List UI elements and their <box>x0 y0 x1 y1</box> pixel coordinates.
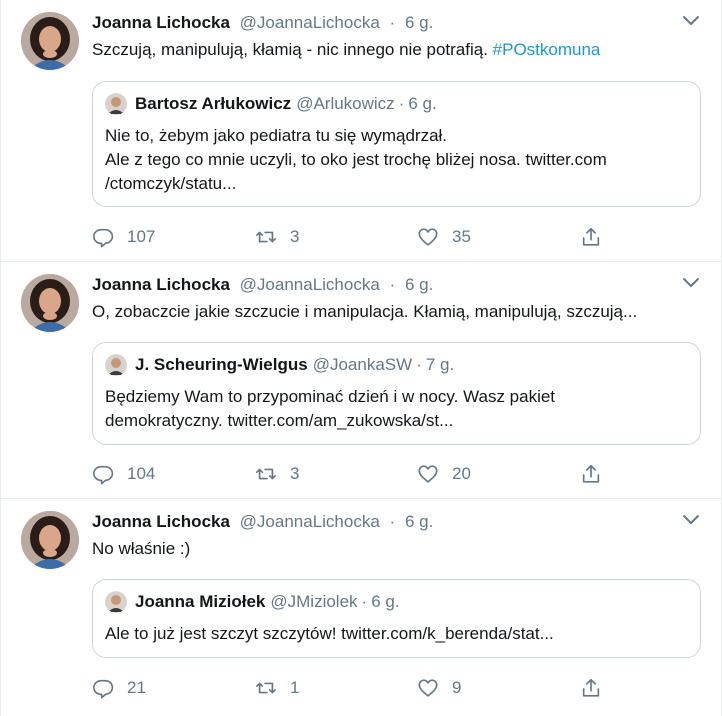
tweet[interactable]: Joanna Lichocka @JoannaLichocka · 6 g. N… <box>1 499 721 716</box>
reply-button[interactable]: 104 <box>92 461 155 487</box>
separator-dot: · <box>389 275 396 294</box>
author-name[interactable]: Joanna Lichocka <box>92 275 230 294</box>
share-button[interactable] <box>580 461 615 487</box>
retweet-count: 1 <box>290 678 300 697</box>
quoted-author-avatar <box>105 354 127 376</box>
tweet-content: Joanna Lichocka @JoannaLichocka · 6 g. S… <box>92 12 701 62</box>
like-count: 9 <box>452 678 462 697</box>
quoted-author-handle: @Arlukowicz <box>296 94 395 113</box>
tweet-time[interactable]: 6 g. <box>405 512 433 531</box>
tweet-body: No właśnie :) <box>92 539 191 558</box>
tweet-time[interactable]: 6 g. <box>405 275 433 294</box>
reply-button[interactable]: 107 <box>92 224 155 250</box>
like-button[interactable]: 35 <box>417 224 471 250</box>
author-avatar[interactable] <box>21 511 79 569</box>
reply-count: 104 <box>127 464 156 483</box>
retweet-icon <box>256 468 276 480</box>
author-name[interactable]: Joanna Lichocka <box>92 13 230 32</box>
tweet-header: Joanna Lichocka @JoannaLichocka · 6 g. <box>92 12 701 34</box>
tweet-content: Joanna Lichocka @JoannaLichocka · 6 g. N… <box>92 511 701 561</box>
separator-dot: · <box>389 13 396 32</box>
share-icon <box>582 227 600 246</box>
timeline: Joanna Lichocka @JoannaLichocka · 6 g. S… <box>0 0 722 716</box>
reply-icon <box>93 228 114 248</box>
quoted-author-name: J. Scheuring-Wielgus <box>135 355 308 374</box>
quoted-tweet-text: Będziemy Wam to przypominać dzień i w no… <box>105 387 556 430</box>
share-icon <box>582 678 600 697</box>
retweet-button[interactable]: 3 <box>255 224 299 250</box>
tweet-body: Szczują, manipulują, kłamią - nic innego… <box>92 40 493 59</box>
like-button[interactable]: 9 <box>417 675 461 701</box>
quoted-author-handle: @JMiziolek <box>270 592 358 611</box>
share-button[interactable] <box>580 224 615 250</box>
tweet-actions: 21 1 9 <box>92 675 701 701</box>
quoted-author-avatar <box>105 591 127 613</box>
heart-icon <box>418 679 438 697</box>
quoted-tweet-time: 7 g. <box>425 355 455 374</box>
separator-dot: · <box>416 355 422 374</box>
separator-dot: · <box>389 512 396 531</box>
tweet[interactable]: Joanna Lichocka @JoannaLichocka · 6 g. O… <box>1 262 721 499</box>
tweet-text: No właśnie :) <box>92 537 701 561</box>
quoted-tweet-text: Ale to już jest szczyt szczytów! twitter… <box>105 624 554 643</box>
chevron-down-icon[interactable] <box>681 513 701 527</box>
author-handle[interactable]: @JoannaLichocka <box>240 13 380 32</box>
quoted-tweet[interactable]: Bartosz Arłukowicz @Arlukowicz · 6 g. Ni… <box>92 81 701 207</box>
author-name[interactable]: Joanna Lichocka <box>92 512 230 531</box>
quoted-tweet-header: Bartosz Arłukowicz @Arlukowicz · 6 g. <box>105 93 688 115</box>
reply-icon <box>93 679 114 699</box>
reply-icon <box>93 465 114 485</box>
heart-icon <box>418 465 438 483</box>
quoted-author-name: Joanna Miziołek <box>135 592 266 611</box>
tweet-actions: 107 3 35 <box>92 224 701 250</box>
author-avatar[interactable] <box>21 274 79 332</box>
tweet-actions: 104 3 20 <box>92 461 701 487</box>
author-handle[interactable]: @JoannaLichocka <box>240 275 380 294</box>
reply-button[interactable]: 21 <box>92 675 146 701</box>
quoted-tweet-text: Nie to, żebym jako pediatra tu się wymąd… <box>105 126 607 193</box>
tweet-text: Szczują, manipulują, kłamią - nic innego… <box>92 38 701 62</box>
quoted-author-avatar <box>105 93 127 115</box>
quoted-tweet-time: 6 g. <box>371 592 400 611</box>
like-count: 20 <box>452 464 471 483</box>
chevron-down-icon[interactable] <box>681 276 701 290</box>
like-button[interactable]: 20 <box>417 461 471 487</box>
retweet-button[interactable]: 3 <box>255 461 299 487</box>
tweet-body: O, zobaczcie jakie szczucie i manipulacj… <box>92 302 638 321</box>
retweet-count: 3 <box>290 227 300 246</box>
tweet-text: O, zobaczcie jakie szczucie i manipulacj… <box>92 300 701 324</box>
reply-count: 107 <box>127 227 156 246</box>
tweet-time[interactable]: 6 g. <box>405 13 433 32</box>
quoted-author-name: Bartosz Arłukowicz <box>135 94 292 113</box>
tweet-header: Joanna Lichocka @JoannaLichocka · 6 g. <box>92 274 701 296</box>
retweet-count: 3 <box>290 464 300 483</box>
quoted-tweet-header: J. Scheuring-Wielgus @JoankaSW · 7 g. <box>105 354 688 376</box>
tweet[interactable]: Joanna Lichocka @JoannaLichocka · 6 g. S… <box>1 0 721 262</box>
heart-icon <box>418 228 438 246</box>
hashtag-link[interactable]: #POstkomuna <box>493 40 601 59</box>
retweet-icon <box>256 682 276 694</box>
retweet-button[interactable]: 1 <box>255 675 299 701</box>
retweet-icon <box>256 231 276 243</box>
quoted-tweet-header: Joanna Miziołek @JMiziolek · 6 g. <box>105 591 688 613</box>
tweet-content: Joanna Lichocka @JoannaLichocka · 6 g. O… <box>92 274 701 324</box>
like-count: 35 <box>452 227 471 246</box>
quoted-tweet[interactable]: Joanna Miziołek @JMiziolek · 6 g. Ale to… <box>92 579 701 658</box>
author-avatar[interactable] <box>21 12 79 70</box>
author-handle[interactable]: @JoannaLichocka <box>240 512 380 531</box>
share-icon <box>582 464 600 483</box>
tweet-header: Joanna Lichocka @JoannaLichocka · 6 g. <box>92 511 701 533</box>
quoted-tweet-time: 6 g. <box>408 94 437 113</box>
separator-dot: · <box>361 592 368 611</box>
quoted-author-handle: @JoankaSW <box>312 355 413 374</box>
chevron-down-icon[interactable] <box>681 14 701 28</box>
separator-dot: · <box>398 94 405 113</box>
quoted-tweet[interactable]: J. Scheuring-Wielgus @JoankaSW · 7 g. Bę… <box>92 342 701 445</box>
share-button[interactable] <box>580 675 615 701</box>
reply-count: 21 <box>127 678 146 697</box>
